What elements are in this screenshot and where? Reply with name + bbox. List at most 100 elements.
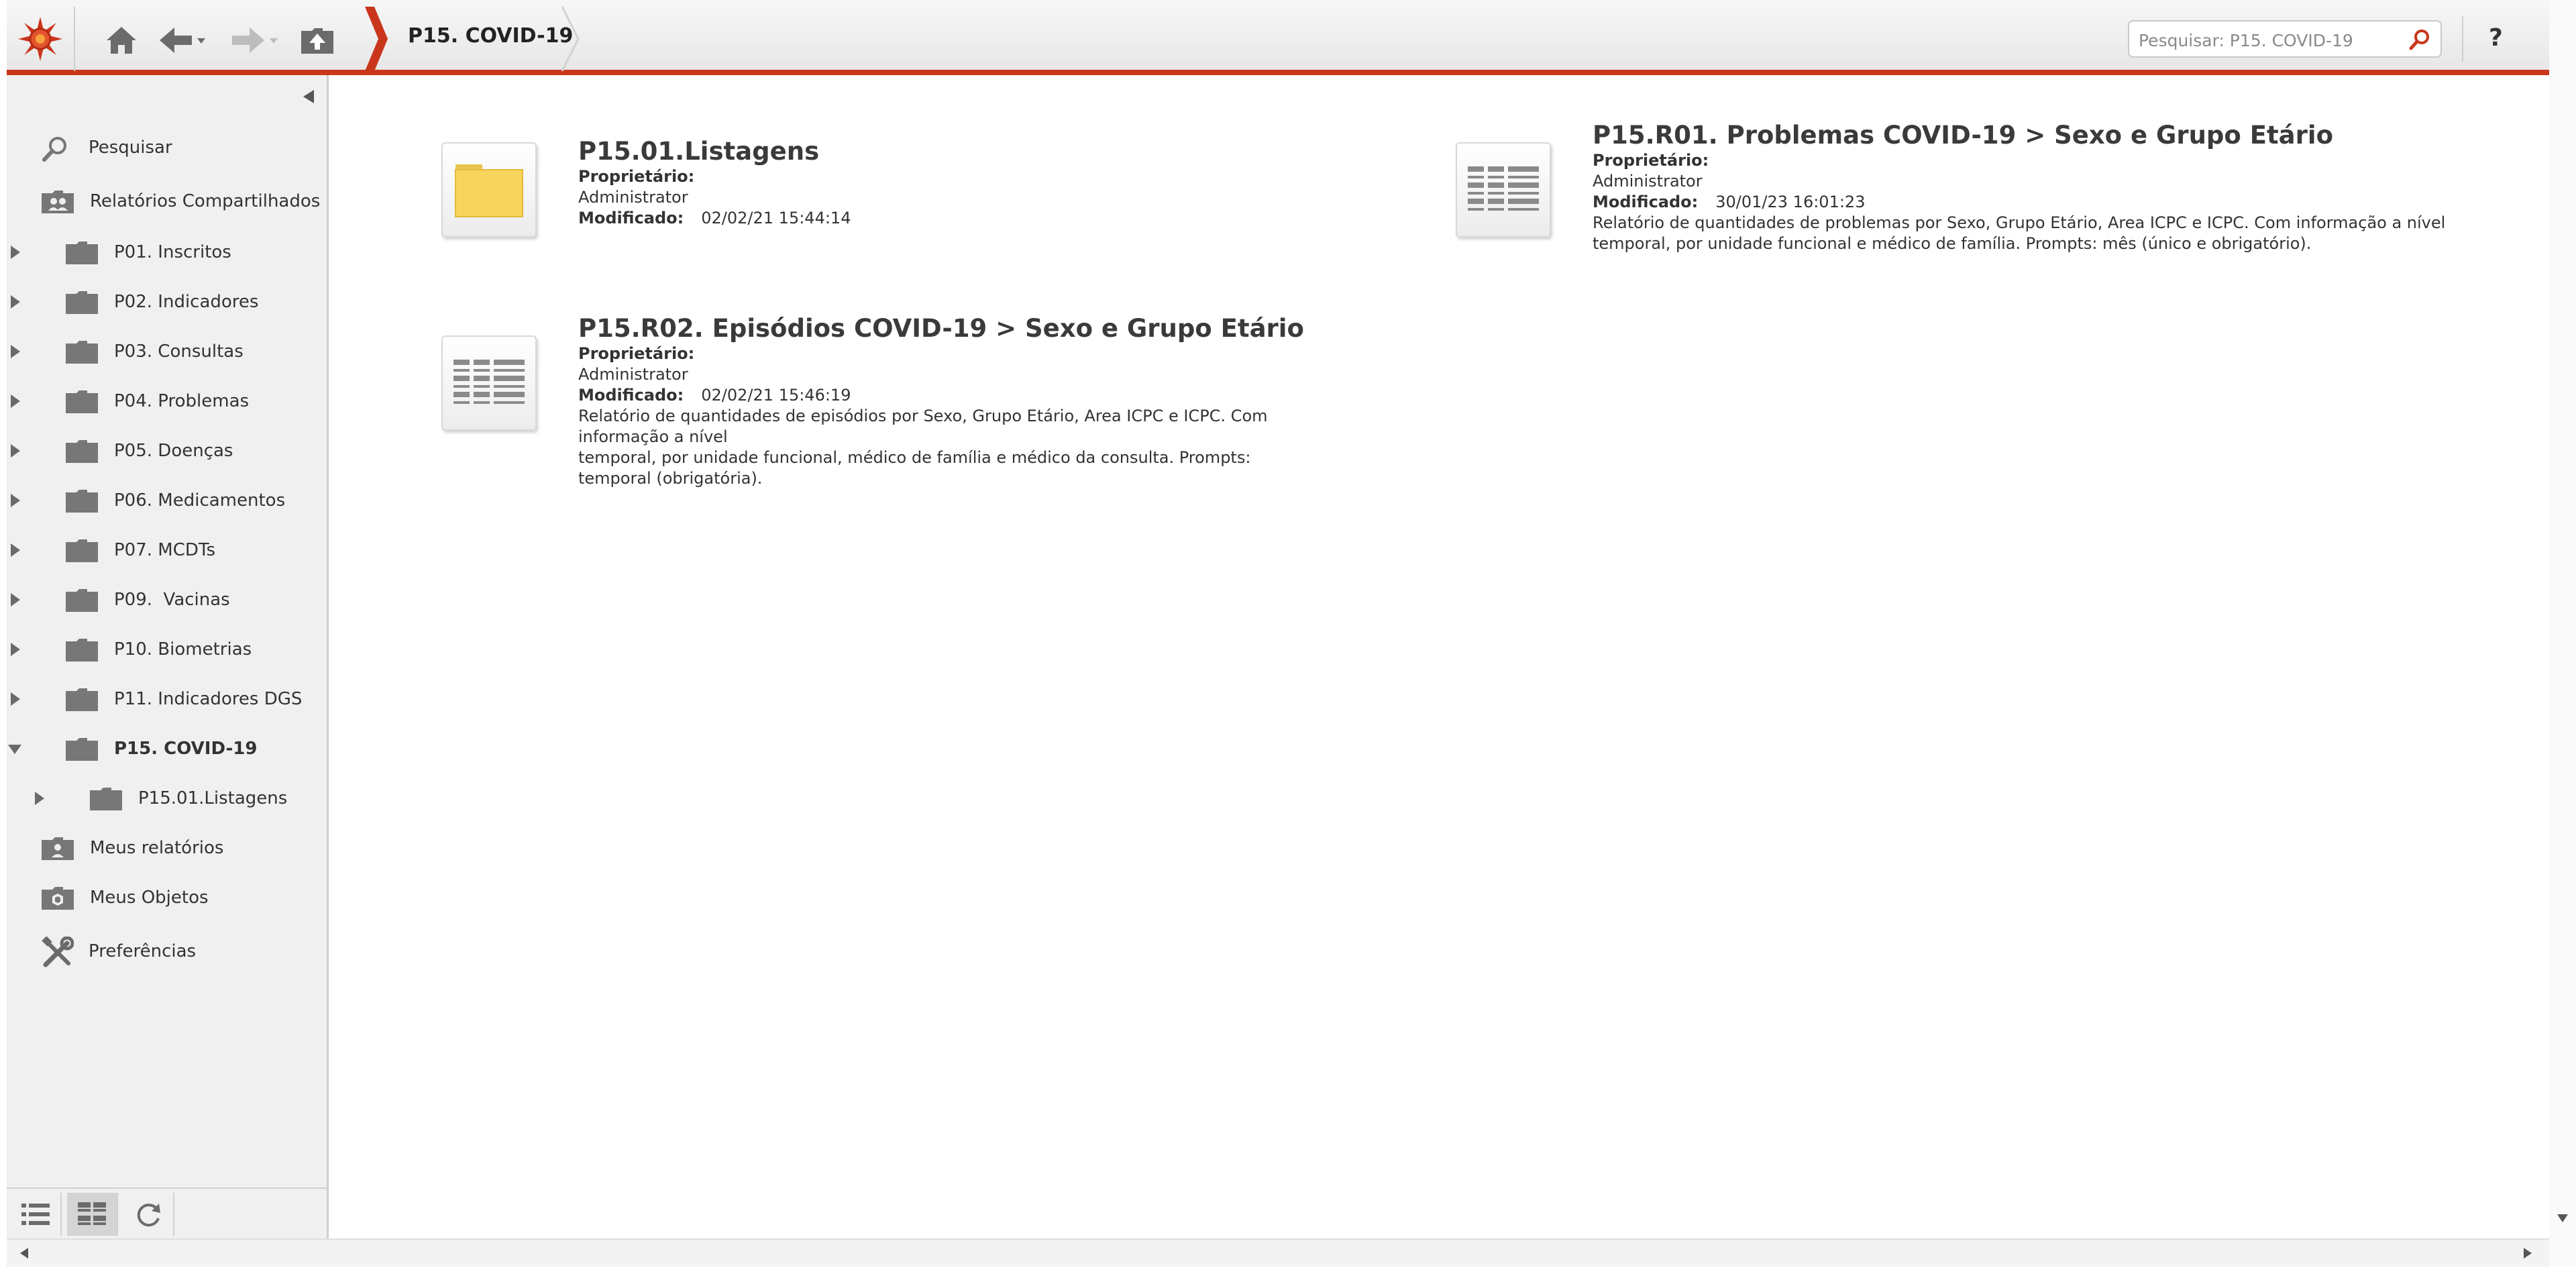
sidebar-folder[interactable]: P05. Doenças [7,431,326,471]
modified-value: 30/01/23 16:01:23 [1715,193,1866,211]
folder-icon [66,341,98,364]
content-item-folder[interactable]: P15.01.Listagens Proprietário: Administr… [441,137,1313,250]
sidebar-item-label: P15.01.Listagens [138,788,288,808]
sidebar-item-search[interactable]: Pesquisar [7,127,326,168]
tools-icon [42,937,74,967]
vertical-scrollbar[interactable] [2549,0,2576,1265]
expand-arrow-icon[interactable] [11,494,20,507]
sidebar-item-label: P04. Problemas [114,391,250,411]
folder-icon [66,291,98,314]
forward-button[interactable] [228,13,282,67]
folder-icon [66,242,98,264]
item-title[interactable]: P15.R01. Problemas COVID-19 > Sexo e Gru… [1593,121,2333,150]
sidebar-footer [7,1187,327,1238]
sidebar-folder-selected[interactable]: P15. COVID-19 [7,729,326,769]
expand-arrow-icon[interactable] [11,394,20,408]
sidebar-item-label: Relatórios Compartilhados [90,191,321,211]
owner-label: Proprietário: [578,167,695,186]
breadcrumb-current[interactable]: P15. COVID-19 [408,24,573,48]
refresh-button[interactable] [123,1193,174,1236]
sidebar-folder[interactable]: P09. Vacinas [7,580,326,620]
sidebar-folder[interactable]: P03. Consultas [7,331,326,372]
report-thumbnail[interactable] [441,335,537,431]
horizontal-scrollbar[interactable] [7,1238,2549,1267]
sidebar-folder[interactable]: P01. Inscritos [7,232,326,272]
modified-label: Modificado: [1593,193,1699,211]
app-logo[interactable] [7,7,75,71]
breadcrumb-chevron-icon [365,7,388,71]
folder-icon [66,639,98,661]
sidebar-item-my-reports[interactable]: Meus relatórios [7,828,326,868]
home-icon [107,27,136,54]
folder-icon [66,589,98,612]
item-meta: Proprietário: Administrator Modificado: 3… [1593,150,2445,254]
expand-arrow-icon[interactable] [11,295,20,309]
expand-arrow-icon[interactable] [11,593,20,606]
report-icon [453,360,525,404]
grid-view-icon [78,1202,106,1225]
sidebar-folder[interactable]: P06. Medicamentos [7,480,326,521]
sidebar-item-my-objects[interactable]: Meus Objetos [7,878,326,918]
sidebar-folder[interactable]: P10. Biometrias [7,629,326,670]
expand-arrow-icon[interactable] [11,643,20,656]
up-folder-button[interactable] [295,13,339,67]
modified-value: 02/02/21 15:44:14 [701,209,851,227]
item-title[interactable]: P15.R02. Episódios COVID-19 > Sexo e Gru… [578,314,1304,343]
item-title[interactable]: P15.01.Listagens [578,137,819,166]
home-button[interactable] [99,13,144,67]
folder-icon [66,539,98,562]
sidebar-item-label: P07. MCDTs [114,540,216,560]
sidebar-item-label: P09. Vacinas [114,590,230,610]
scroll-right-icon[interactable] [2522,1247,2533,1260]
expand-arrow-icon[interactable] [11,692,20,706]
sidebar-item-label: P02. Indicadores [114,292,259,312]
sidebar: Pesquisar Relatórios Compartilhados P01.… [7,75,329,1238]
item-description: Relatório de quantidades de episódios po… [578,407,1268,446]
back-button[interactable] [156,13,209,67]
owner-value: Administrator [578,365,688,384]
owner-value: Administrator [578,188,688,207]
folder-thumbnail[interactable] [441,142,537,237]
item-meta: Proprietário: Administrator Modificado: 0… [578,166,851,229]
sidebar-folder[interactable]: P07. MCDTs [7,530,326,570]
folder-icon [66,390,98,413]
collapse-arrow-icon[interactable] [8,745,21,754]
report-thumbnail[interactable] [1456,142,1551,237]
folder-up-icon [301,28,333,54]
objects-folder-icon [42,887,74,910]
expand-arrow-icon[interactable] [11,345,20,358]
sidebar-item-preferences[interactable]: Preferências [7,931,326,971]
search-box[interactable] [2128,20,2442,58]
sidebar-subfolder[interactable]: P15.01.Listagens [7,778,326,818]
expand-arrow-icon[interactable] [11,444,20,458]
expand-arrow-icon[interactable] [11,246,20,259]
item-description: temporal, por unidade funcional e médico… [1593,234,2312,253]
sidebar-item-label: P11. Indicadores DGS [114,689,303,709]
search-input[interactable] [2137,27,2408,54]
sidebar-item-label: Meus Objetos [90,888,209,908]
sidebar-item-label: P15. COVID-19 [114,739,258,759]
sidebar-item-label: Meus relatórios [90,838,224,858]
folder-icon [66,440,98,463]
search-icon[interactable] [2408,28,2431,51]
owner-label: Proprietário: [578,344,695,363]
refresh-icon [137,1204,160,1227]
scroll-left-icon[interactable] [19,1247,30,1260]
content-item-report[interactable]: P15.R02. Episódios COVID-19 > Sexo e Gru… [441,314,1313,488]
breadcrumb-end-chevron-icon [561,7,580,71]
sidebar-folder[interactable]: P11. Indicadores DGS [7,679,326,719]
expand-arrow-icon[interactable] [35,792,44,805]
sidebar-item-shared-reports[interactable]: Relatórios Compartilhados [7,181,326,221]
scroll-down-icon[interactable] [2556,1213,2569,1224]
modified-label: Modificado: [578,386,684,405]
list-view-button[interactable] [11,1193,62,1236]
sidebar-item-label: P10. Biometrias [114,639,252,659]
tile-view-button[interactable] [67,1193,118,1236]
collapse-sidebar-icon[interactable] [302,89,317,105]
sidebar-folder[interactable]: P02. Indicadores [7,282,326,322]
sidebar-folder[interactable]: P04. Problemas [7,381,326,421]
folder-icon [90,788,122,810]
content-item-report[interactable]: P15.R01. Problemas COVID-19 > Sexo e Gru… [1456,121,2529,253]
expand-arrow-icon[interactable] [11,543,20,557]
help-button[interactable]: ? [2489,24,2503,52]
